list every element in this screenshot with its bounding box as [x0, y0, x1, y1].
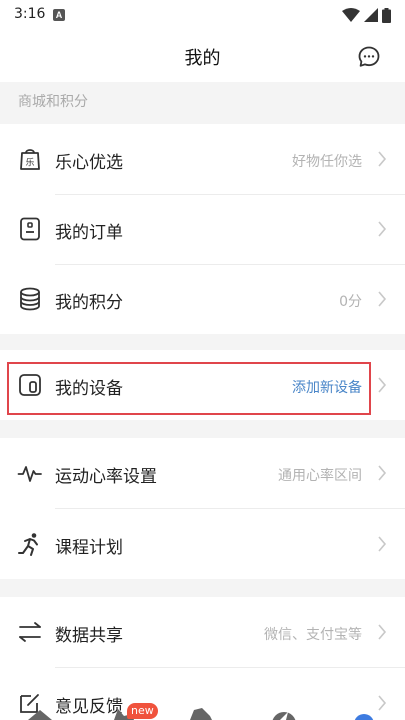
tab-home-icon[interactable] — [28, 710, 52, 720]
signal-icon — [364, 8, 378, 22]
notification-a-icon: A — [53, 9, 65, 21]
row-label: 数据共享 — [55, 626, 123, 646]
row-heart-rate-settings[interactable]: 运动心率设置 通用心率区间 — [0, 438, 405, 508]
row-my-points[interactable]: 我的积分 0分 — [0, 264, 405, 334]
chevron-right-icon — [378, 624, 387, 640]
share-card: 数据共享 微信、支付宝等 意见反馈 — [0, 597, 405, 720]
row-label: 我的积分 — [55, 293, 123, 313]
chevron-right-icon — [378, 536, 387, 552]
status-time: 3:16 — [14, 6, 46, 22]
chevron-right-icon — [378, 291, 387, 307]
chevron-right-icon — [378, 221, 387, 237]
running-person-icon — [18, 533, 38, 556]
highlight-box — [7, 362, 371, 415]
status-icons — [342, 7, 391, 23]
row-my-orders[interactable]: 我的订单 — [0, 194, 405, 264]
shopping-bag-icon: 乐 — [20, 149, 40, 170]
mall-card: 乐 乐心优选 好物任你选 我的订单 我的积分 0分 — [0, 124, 405, 334]
row-label: 课程计划 — [55, 538, 123, 558]
heart-rate-icon — [17, 466, 42, 482]
tab-health-icon[interactable] — [190, 708, 212, 720]
row-value: 好物任你选 — [292, 154, 362, 170]
coins-stack-icon — [20, 287, 40, 311]
header: 我的 — [0, 30, 405, 82]
status-bar: 3:16 A — [0, 0, 405, 30]
new-badge: new — [127, 703, 158, 719]
row-value: 通用心率区间 — [278, 468, 362, 484]
svg-text:乐: 乐 — [25, 157, 34, 169]
tab-mine-icon[interactable] — [354, 714, 374, 720]
row-value: 微信、支付宝等 — [264, 627, 362, 643]
wifi-icon — [342, 8, 360, 22]
row-value: 0分 — [339, 294, 362, 310]
data-sharing-icon — [19, 622, 41, 642]
battery-icon — [382, 7, 391, 23]
message-icon[interactable] — [357, 45, 381, 69]
row-lexin-selection[interactable]: 乐 乐心优选 好物任你选 — [0, 124, 405, 194]
row-course-plan[interactable]: 课程计划 — [0, 509, 405, 579]
row-label: 乐心优选 — [55, 153, 123, 173]
tab-discover-icon[interactable] — [272, 712, 296, 720]
tab-bar — [28, 708, 374, 720]
row-data-sharing[interactable]: 数据共享 微信、支付宝等 — [0, 597, 405, 667]
chevron-right-icon — [378, 377, 387, 393]
order-list-icon — [20, 217, 40, 241]
sport-card: 运动心率设置 通用心率区间 课程计划 — [0, 438, 405, 579]
section-label-mall: 商城和积分 — [18, 94, 88, 110]
chevron-right-icon — [378, 151, 387, 167]
page-title: 我的 — [184, 48, 221, 69]
row-label: 运动心率设置 — [55, 467, 157, 487]
row-label: 我的订单 — [55, 223, 123, 243]
chevron-right-icon — [378, 465, 387, 481]
